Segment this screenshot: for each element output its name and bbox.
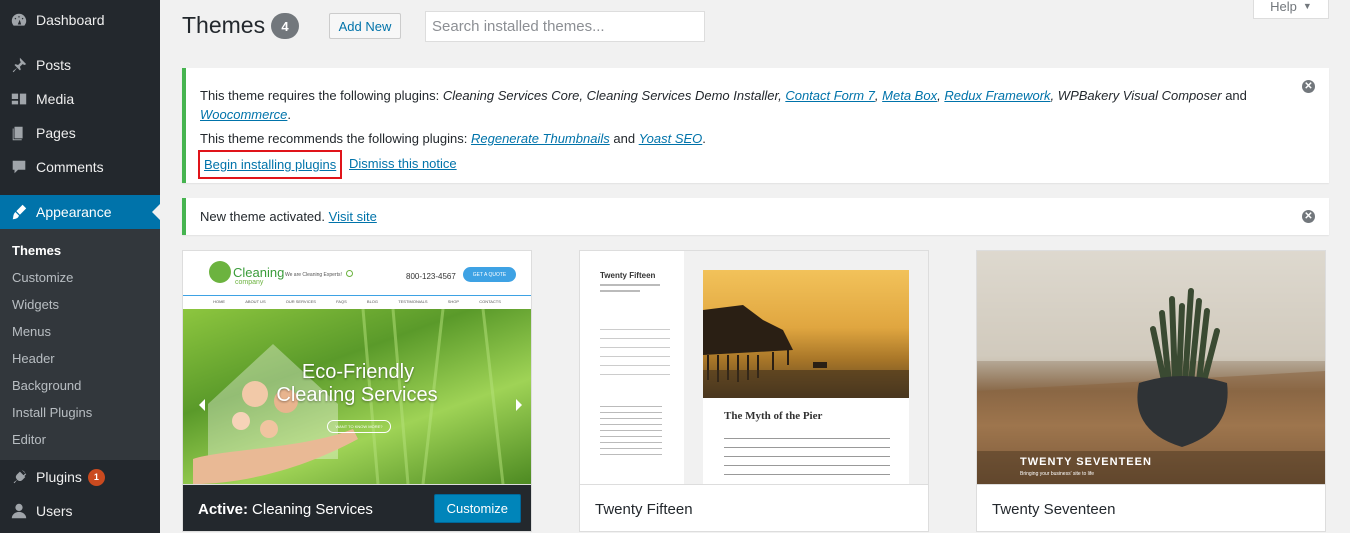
dismiss-notice-link[interactable]: Dismiss this notice [349, 156, 457, 171]
activated-text: New theme activated. [200, 209, 326, 224]
theme-screenshot[interactable]: Twenty Fifteen The Myth of the Pier [580, 251, 928, 484]
menu-media[interactable]: Media [0, 82, 160, 116]
preview-hero-line2: Cleaning Services [276, 384, 438, 406]
begin-installing-highlight: Begin installing plugins [198, 150, 343, 179]
required-plugin-names: Cleaning Services Core, Cleaning Service… [442, 88, 782, 103]
menu-appearance[interactable]: Appearance [0, 195, 160, 229]
required-plugins-notice: This theme requires the following plugin… [182, 68, 1329, 183]
customize-button[interactable]: Customize [433, 494, 521, 523]
preview-logo-sub: company [235, 279, 264, 286]
plugin-name-wpbakery: WPBakery Visual Composer [1057, 88, 1222, 103]
plugin-link-contact-form-7[interactable]: Contact Form 7 [785, 88, 875, 103]
preview-logo: Cleaning [233, 265, 285, 280]
menu-label: Appearance [36, 204, 112, 220]
active-label: Active: [198, 500, 249, 518]
preview-phone: 800-123-4567 [406, 272, 456, 281]
submenu-header[interactable]: Header [12, 351, 55, 366]
media-icon [9, 89, 29, 109]
required-plugins-text: This theme requires the following plugin… [200, 88, 1247, 122]
theme-name: Twenty Fifteen [595, 500, 693, 518]
menu-pages[interactable]: Pages [0, 116, 160, 150]
preview-tagline: Bringing your business' site to life [1020, 471, 1095, 477]
help-tab[interactable]: Help ▼ [1253, 0, 1329, 19]
theme-activated-notice: New theme activated. Visit site ✕ [182, 198, 1329, 235]
plugin-link-yoast-seo[interactable]: Yoast SEO [639, 131, 703, 146]
preview-hero-button: WANT TO KNOW MORE? [327, 420, 391, 433]
preview-cta: GET A QUOTE [463, 267, 516, 282]
close-icon[interactable]: ✕ [1302, 80, 1315, 93]
menu-comments[interactable]: Comments [0, 150, 160, 184]
page-title: Themes [182, 12, 266, 38]
submenu-editor[interactable]: Editor [12, 432, 46, 447]
dashboard-icon [9, 10, 29, 30]
comment-icon [9, 157, 29, 177]
menu-label: Dashboard [36, 12, 105, 28]
submenu-themes[interactable]: Themes [12, 243, 61, 258]
menu-label: Posts [36, 57, 72, 73]
clock-icon [346, 270, 353, 277]
theme-card-twenty-seventeen[interactable]: TWENTY SEVENTEEN Bringing your business'… [976, 250, 1326, 532]
plugin-link-regenerate-thumbnails[interactable]: Regenerate Thumbnails [471, 131, 610, 146]
preview-site-title: TWENTY SEVENTEEN [1020, 456, 1152, 468]
menu-label: Comments [36, 159, 104, 175]
menu-label: Media [36, 91, 75, 107]
preview-tagline: We are Cleaning Experts! [285, 272, 342, 278]
menu-posts[interactable]: Posts [0, 48, 160, 82]
close-icon[interactable]: ✕ [1302, 210, 1315, 223]
preview-site-title: Twenty Fifteen [600, 271, 656, 280]
pages-icon [9, 123, 29, 143]
brush-icon [9, 202, 29, 222]
plug-icon [9, 467, 29, 487]
preview-post-title: The Myth of the Pier [724, 410, 823, 422]
caret-down-icon: ▼ [1302, 1, 1312, 11]
user-icon [9, 501, 29, 521]
theme-card-twenty-fifteen[interactable]: Twenty Fifteen The Myth of the Pier Twen… [579, 250, 929, 532]
add-new-button[interactable]: Add New [329, 13, 401, 39]
preview-plant-photo [977, 251, 1325, 484]
plugin-link-woocommerce[interactable]: Woocommerce [200, 107, 287, 122]
theme-card-cleaning-services[interactable]: Cleaning company We are Cleaning Experts… [182, 250, 532, 532]
menu-users[interactable]: Users [0, 494, 160, 528]
menu-dashboard[interactable]: Dashboard [0, 3, 160, 37]
menu-plugins[interactable]: Plugins 1 [0, 460, 160, 494]
submenu-customize[interactable]: Customize [12, 270, 73, 285]
help-label: Help [1270, 0, 1297, 14]
theme-count-badge: 4 [271, 13, 299, 39]
admin-sidebar: Dashboard Posts Media Pages Comments App… [0, 0, 160, 533]
submenu-menus[interactable]: Menus [12, 324, 51, 339]
theme-name: Twenty Seventeen [992, 500, 1116, 518]
recommended-plugins-text: This theme recommends the following plug… [200, 131, 706, 146]
begin-installing-plugins-link[interactable]: Begin installing plugins [204, 157, 336, 172]
submenu-widgets[interactable]: Widgets [12, 297, 59, 312]
preview-hero: Eco-Friendly Cleaning Services WANT TO K… [183, 309, 531, 484]
theme-footer: Twenty Fifteen [580, 484, 928, 531]
theme-footer: Twenty Seventeen [977, 484, 1325, 531]
pin-icon [9, 55, 29, 75]
theme-screenshot[interactable]: Cleaning company We are Cleaning Experts… [183, 251, 531, 484]
theme-screenshot[interactable]: TWENTY SEVENTEEN Bringing your business'… [977, 251, 1325, 484]
menu-label: Pages [36, 125, 76, 141]
visit-site-link[interactable]: Visit site [329, 209, 377, 224]
update-count-badge: 1 [87, 468, 105, 486]
theme-name: Cleaning Services [252, 500, 373, 518]
plugin-link-redux-framework[interactable]: Redux Framework [944, 88, 1050, 103]
house-logo-icon [209, 261, 231, 283]
preview-pier-photo [703, 270, 909, 398]
plugin-link-meta-box[interactable]: Meta Box [882, 88, 937, 103]
theme-footer: Active: Cleaning Services Customize [183, 484, 531, 531]
preview-hero-line1: Eco-Friendly [301, 361, 415, 383]
submenu-background[interactable]: Background [12, 378, 81, 393]
appearance-submenu: Themes Customize Widgets Menus Header Ba… [0, 229, 160, 460]
submenu-install-plugins[interactable]: Install Plugins [12, 405, 92, 420]
menu-label: Plugins [36, 469, 82, 485]
preview-nav: HOME ABOUT US OUR SERVICES FAQS BLOG TES… [183, 295, 531, 307]
menu-label: Users [36, 503, 73, 519]
search-input[interactable] [425, 11, 705, 42]
